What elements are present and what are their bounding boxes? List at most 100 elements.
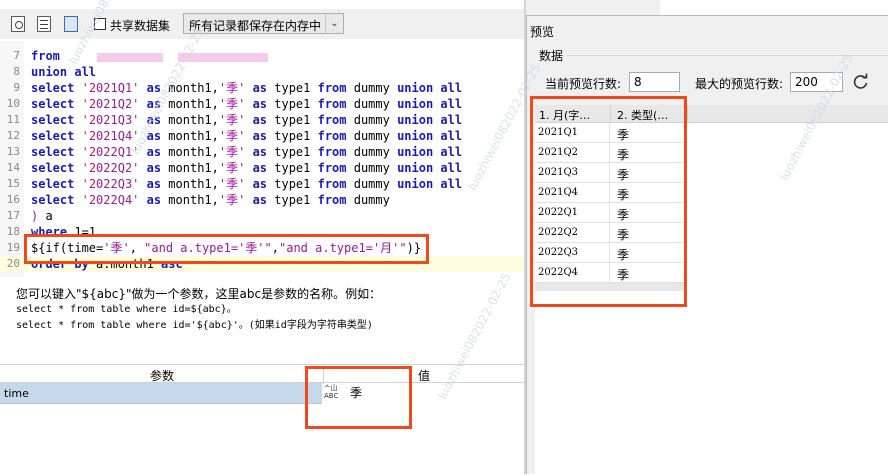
sql-keyword: select: [31, 145, 75, 159]
sql-string: '2022Q3': [81, 177, 140, 191]
refresh-icon[interactable]: [851, 72, 871, 92]
sql-text: type1: [267, 97, 318, 111]
sql-keyword: select: [31, 81, 75, 95]
sql-keyword: select: [31, 113, 75, 127]
code-line[interactable]: 8 union all: [0, 64, 524, 80]
preview-icon[interactable]: [11, 16, 25, 32]
sql-string: '2021Q3': [81, 113, 140, 127]
sql-keyword: as: [146, 177, 162, 191]
code-text: select '2021Q3' as month1,'季' as type1 f…: [31, 112, 462, 128]
sql-text: month1,: [161, 129, 219, 143]
sql-keyword: from: [317, 97, 347, 111]
sql-string: '2022Q4': [81, 193, 140, 207]
line-number: 7: [13, 49, 20, 62]
code-line[interactable]: 15 select '2022Q3' as month1,'季' as type1…: [0, 176, 524, 192]
sql-keyword: as: [146, 161, 162, 175]
code-text: select '2022Q4' as month1,'季' as type1 f…: [31, 192, 390, 208]
database-icon[interactable]: [37, 16, 51, 32]
sql-keyword: union all: [397, 145, 463, 159]
sql-string: '季': [218, 81, 246, 95]
chevron-down-icon[interactable]: ⌄: [325, 14, 343, 33]
sql-string: '季': [218, 177, 246, 191]
sql-text: dummy: [346, 145, 398, 159]
dialog-title: 预览: [530, 25, 555, 39]
sql-keyword: union all: [397, 177, 463, 191]
hint-line: select * from table where id=${abc}。: [16, 304, 237, 315]
hint-line: 您可以键入"${abc}"做为一个参数，这里abc是参数的名称。例如：: [16, 287, 382, 301]
sql-keyword: as: [252, 97, 268, 111]
code-line[interactable]: 14 select '2022Q2' as month1,'季' as type1…: [0, 160, 524, 176]
sql-keyword: as: [252, 193, 268, 207]
code-text: select '2021Q4' as month1,'季' as type1 f…: [31, 128, 462, 144]
sql-text: dummy: [346, 81, 398, 95]
sql-keyword: as: [146, 145, 162, 159]
max-rows-label: 最大的预览行数:: [695, 77, 784, 91]
line-number: 12: [6, 129, 20, 142]
sql-string: '2021Q1': [81, 81, 140, 95]
code-text: select '2022Q3' as month1,'季' as type1 f…: [31, 176, 462, 192]
code-line[interactable]: 13 select '2022Q1' as month1,'季' as type1…: [0, 144, 524, 160]
sql-keyword: all: [74, 65, 97, 79]
code-line[interactable]: 17) a: [0, 208, 524, 224]
sql-keyword: select: [31, 97, 75, 111]
line-number: 20: [6, 257, 20, 270]
redacted-text: [97, 53, 163, 62]
sql-text: type1: [267, 81, 318, 95]
sql-keyword: from: [317, 177, 347, 191]
current-rows-input[interactable]: 8: [629, 72, 680, 92]
sql-keyword: as: [252, 161, 268, 175]
edit-icon[interactable]: [64, 16, 78, 32]
highlight-frame-if-expression: [24, 234, 429, 264]
sql-string: '季': [218, 193, 246, 207]
line-number: 9: [13, 81, 20, 94]
line-number: 18: [6, 225, 20, 238]
storage-mode-select[interactable]: 所有记录都保存在内存中 ⌄: [183, 13, 344, 34]
code-line[interactable]: 12 select '2021Q4' as month1,'季' as type1…: [0, 128, 524, 144]
sql-text: type1: [267, 193, 318, 207]
sql-keyword: as: [252, 129, 268, 143]
line-number: 14: [6, 161, 20, 174]
sql-text: dummy: [346, 113, 398, 127]
sql-string: '2021Q4': [81, 129, 140, 143]
code-line[interactable]: 16 select '2022Q4' as month1,'季' as type1…: [0, 192, 524, 208]
sql-text: month1,: [161, 161, 219, 175]
sql-text: type1: [267, 129, 318, 143]
sql-keyword: select: [31, 193, 75, 207]
line-number: 13: [6, 145, 20, 158]
line-number: 8: [13, 65, 20, 78]
line-number: 16: [6, 193, 20, 206]
background: [660, 0, 888, 15]
sql-keyword: select: [31, 177, 75, 191]
sql-text: a: [38, 209, 53, 223]
sql-text: type1: [267, 161, 318, 175]
code-text: select '2022Q2' as month1,'季' as type1 f…: [31, 160, 462, 176]
sql-keyword: union all: [397, 113, 463, 127]
sql-keyword: union all: [397, 97, 463, 111]
code-text: select '2021Q2' as month1,'季' as type1 f…: [31, 96, 462, 112]
sql-editor-window: 共享数据集 所有记录都保存在内存中 ⌄ 7 from 8 union all 9 sel…: [0, 0, 526, 474]
code-text: select '2022Q1' as month1,'季' as type1 f…: [31, 144, 462, 160]
code-line[interactable]: 11 select '2021Q3' as month1,'季' as type1…: [0, 112, 524, 128]
code-line[interactable]: 9 select '2021Q1' as month1,'季' as type1 …: [0, 80, 524, 96]
sql-text: month1,: [161, 113, 219, 127]
sql-text: type1: [267, 113, 318, 127]
code-line[interactable]: 10 select '2021Q2' as month1,'季' as type1…: [0, 96, 524, 112]
line-number: 17: [6, 209, 20, 222]
sql-text: dummy: [346, 97, 398, 111]
param-name[interactable]: time: [0, 383, 322, 404]
